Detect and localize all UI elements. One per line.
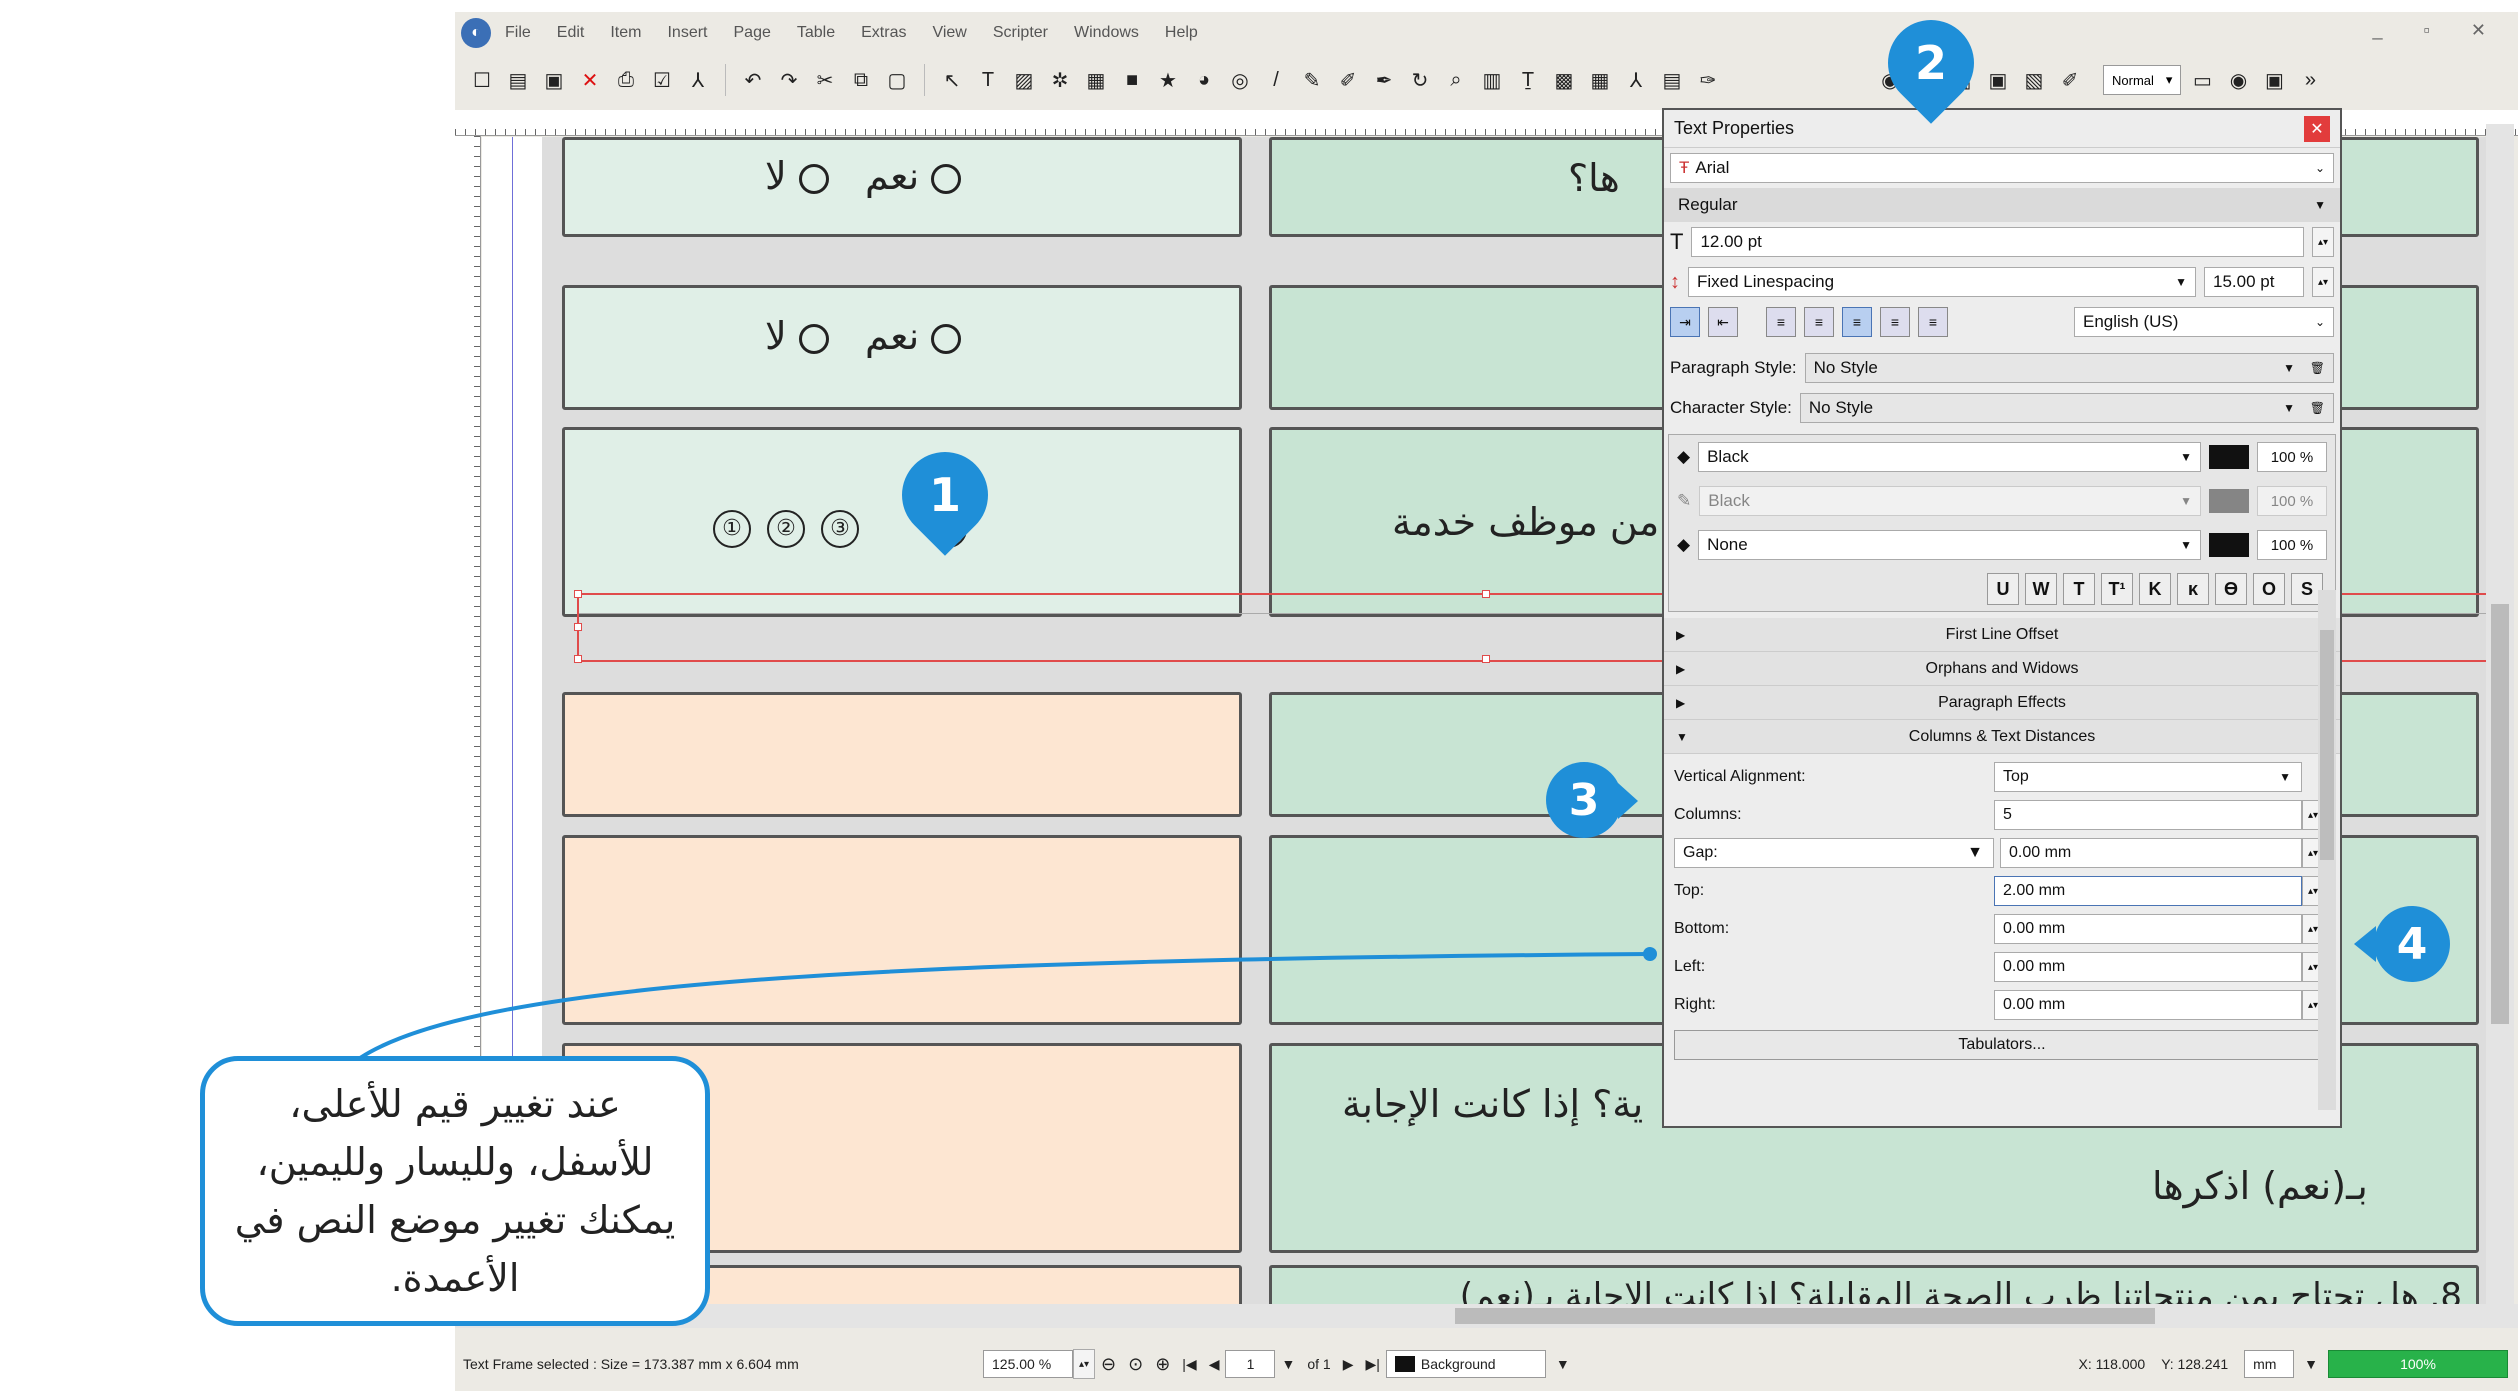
explanation-callout: عند تغيير قيم للأعلى، للأسفل، ولليسار ول… (200, 1056, 710, 1326)
